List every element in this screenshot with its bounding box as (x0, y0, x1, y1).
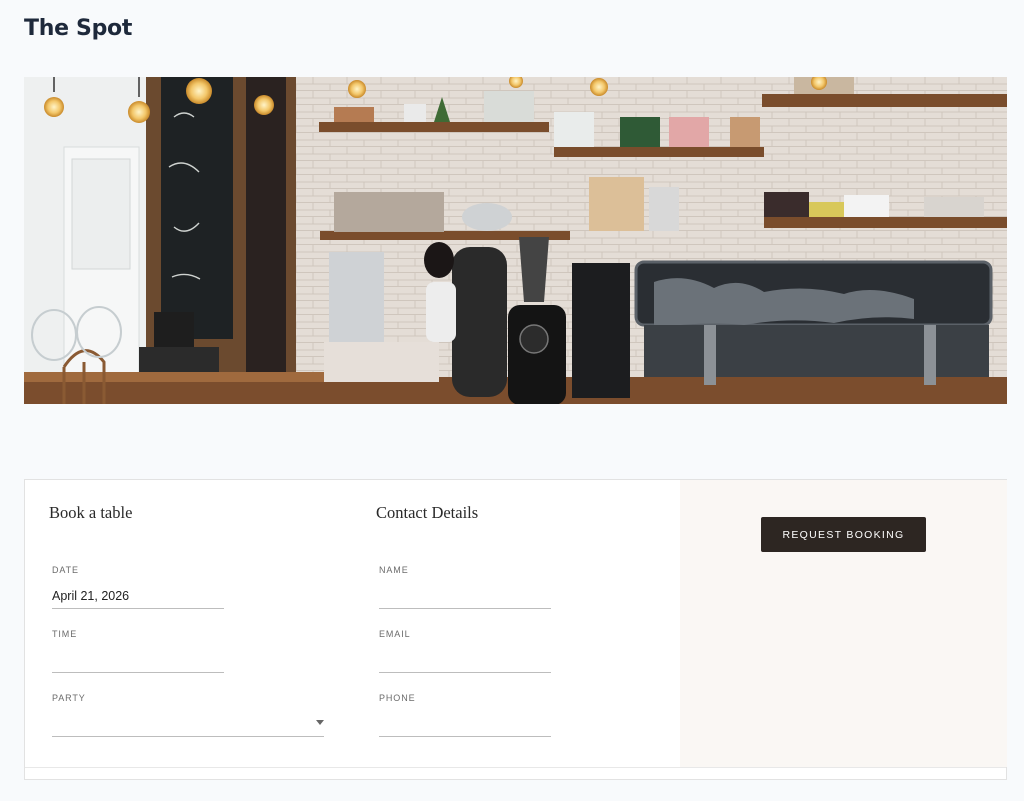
card-divider (25, 767, 1006, 768)
party-select[interactable] (52, 711, 324, 737)
book-table-heading: Book a table (49, 503, 133, 522)
time-label: TIME (52, 629, 78, 639)
name-input[interactable] (379, 583, 551, 609)
booking-card: Book a table DATE TIME PARTY Contact Det… (24, 479, 1007, 780)
time-input[interactable] (52, 647, 224, 673)
date-input[interactable] (52, 583, 224, 609)
party-label: PARTY (52, 693, 86, 703)
request-booking-button[interactable]: REQUEST BOOKING (761, 517, 926, 552)
phone-input[interactable] (379, 711, 551, 737)
name-label: NAME (379, 565, 409, 575)
date-label: DATE (52, 565, 79, 575)
contact-details-heading: Contact Details (376, 503, 479, 522)
cafe-counter-photo (24, 77, 1007, 404)
booking-side-panel: REQUEST BOOKING (680, 480, 1007, 767)
email-input[interactable] (379, 647, 551, 673)
hero-image (24, 77, 1007, 404)
email-label: EMAIL (379, 629, 411, 639)
page-title: The Spot (24, 16, 133, 41)
chevron-down-icon[interactable] (316, 720, 324, 725)
phone-label: PHONE (379, 693, 416, 703)
